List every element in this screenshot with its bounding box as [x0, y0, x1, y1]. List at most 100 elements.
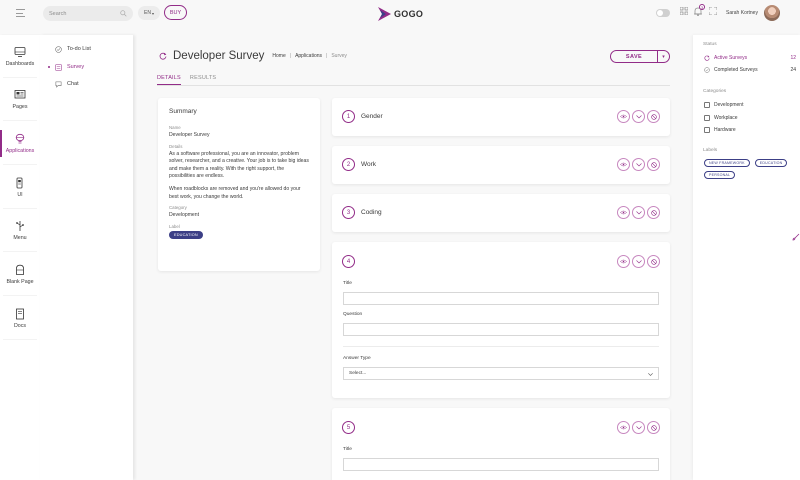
title-input[interactable]	[343, 458, 659, 471]
main-nav: Dashboards Pages Applications UI Menu Bl…	[0, 35, 40, 480]
eye-icon	[620, 114, 627, 119]
nav-label: Dashboards	[5, 61, 35, 67]
checkbox[interactable]	[704, 115, 710, 121]
user-name[interactable]: Sarah Kortney	[726, 10, 758, 16]
tabs: DETAILS RESULTS	[157, 75, 216, 85]
view-button[interactable]	[617, 206, 630, 219]
main-content: Developer Survey Home | Applications | S…	[134, 27, 693, 480]
status-count: 12	[790, 55, 796, 61]
delete-button[interactable]	[647, 255, 660, 268]
logo-text: GOGO	[394, 8, 424, 19]
breadcrumb-applications[interactable]: Applications	[295, 53, 322, 59]
expand-button[interactable]	[632, 206, 645, 219]
nav-item-blank-page[interactable]: Blank Page	[0, 253, 40, 296]
buy-button[interactable]: BUY	[164, 5, 187, 20]
delete-button[interactable]	[647, 158, 660, 171]
language-select[interactable]: EN ▾	[138, 6, 160, 20]
name-label: Name	[169, 125, 181, 130]
ui-icon	[16, 177, 23, 189]
category-label: Workplace	[714, 115, 738, 121]
chevron-down-icon	[648, 373, 653, 376]
nav-item-applications[interactable]: Applications	[0, 122, 40, 165]
logo[interactable]: GOGO	[378, 6, 423, 21]
chevron-down-icon: ▾	[151, 10, 154, 16]
save-button[interactable]: SAVE	[611, 51, 658, 62]
subnav-item-survey[interactable]: Survey	[55, 62, 84, 72]
status-item-active[interactable]: Active Surveys 12	[704, 55, 796, 61]
answer-type-select[interactable]: Select...	[343, 367, 659, 380]
fullscreen-icon[interactable]	[709, 7, 717, 15]
answer-type-label: Answer Type	[343, 356, 371, 361]
divider	[343, 346, 659, 347]
survey-icon	[55, 63, 62, 71]
label-badge[interactable]: EDUCATION	[754, 159, 788, 167]
chevron-down-icon	[635, 162, 642, 166]
category-checkbox-workplace[interactable]: Workplace	[704, 115, 796, 121]
question-number: 1	[342, 110, 355, 123]
category-label: Category	[169, 205, 187, 211]
collapse-button[interactable]	[632, 255, 645, 268]
category-checkbox-development[interactable]: Development	[704, 102, 796, 108]
menu-toggle-icon[interactable]	[16, 9, 25, 17]
checkbox[interactable]	[704, 127, 710, 133]
expand-button[interactable]	[632, 158, 645, 171]
status-label: Active Surveys	[714, 55, 748, 61]
subnav-item-chat[interactable]: Chat	[55, 79, 79, 89]
title-input[interactable]	[343, 292, 659, 305]
labels-heading: Labels	[703, 148, 718, 153]
delete-button[interactable]	[647, 206, 660, 219]
label-badge[interactable]: PERSONAL	[704, 171, 736, 179]
filter-panel: Status Active Surveys 12 Completed Surve…	[693, 35, 800, 480]
delete-button[interactable]	[647, 110, 660, 123]
top-bar: Search EN ▾ BUY GOGO 3 Sarah Kortney	[0, 0, 800, 27]
tab-details[interactable]: DETAILS	[157, 75, 181, 85]
theme-toggle[interactable]	[656, 9, 670, 17]
status-item-completed[interactable]: Completed Surveys 24	[704, 67, 796, 73]
nav-item-docs[interactable]: Docs	[0, 297, 40, 340]
tab-results[interactable]: RESULTS	[190, 75, 216, 85]
subnav-item-todo[interactable]: To-do List	[55, 44, 91, 54]
save-dropdown-toggle[interactable]: ▾	[658, 51, 669, 62]
question-input[interactable]	[343, 323, 659, 336]
search-input[interactable]: Search	[43, 6, 133, 21]
checkbox[interactable]	[704, 102, 710, 108]
subnav-label: Chat	[67, 81, 79, 87]
nav-item-pages[interactable]: Pages	[0, 78, 40, 121]
nav-item-ui[interactable]: UI	[0, 166, 40, 209]
question-card: 3 Coding	[332, 194, 670, 232]
nav-label: Docs	[13, 323, 27, 329]
details-label: Details	[169, 143, 183, 149]
view-button[interactable]	[617, 158, 630, 171]
sub-nav: To-do List Survey Chat	[40, 35, 133, 480]
view-button[interactable]	[617, 421, 630, 434]
collapse-button[interactable]	[632, 421, 645, 434]
label-badge[interactable]: NEW FRAMEWORK	[704, 159, 750, 167]
notification-badge: 3	[699, 4, 705, 10]
view-button[interactable]	[617, 110, 630, 123]
theme-customizer-icon[interactable]	[792, 233, 800, 241]
chevron-down-icon	[635, 210, 642, 214]
question-number: 2	[342, 158, 355, 171]
delete-button[interactable]	[647, 421, 660, 434]
avatar[interactable]	[764, 5, 780, 21]
apps-grid-icon[interactable]	[680, 7, 688, 15]
chevron-down-icon: ▾	[662, 53, 665, 60]
nav-item-dashboards[interactable]: Dashboards	[0, 35, 40, 78]
language-value: EN	[144, 10, 151, 16]
category-value: Development	[169, 212, 200, 219]
applications-icon	[15, 133, 25, 144]
expand-button[interactable]	[632, 110, 645, 123]
summary-card: Summary Name Developer Survey Details As…	[158, 98, 320, 271]
view-button[interactable]	[617, 255, 630, 268]
category-checkbox-hardware[interactable]: Hardware	[704, 127, 796, 133]
breadcrumb-home[interactable]: Home	[272, 53, 285, 59]
nav-item-menu[interactable]: Menu	[0, 209, 40, 252]
chevron-down-icon	[635, 259, 642, 263]
question-card-expanded: 4 Title Question Answer Type Select...	[332, 242, 670, 398]
ban-icon	[650, 209, 657, 216]
dashboard-icon	[14, 47, 26, 57]
tabs-divider	[157, 85, 670, 86]
logo-icon	[378, 6, 391, 21]
breadcrumb-current: Survey	[331, 53, 347, 59]
breadcrumb: Home | Applications | Survey	[272, 53, 347, 59]
